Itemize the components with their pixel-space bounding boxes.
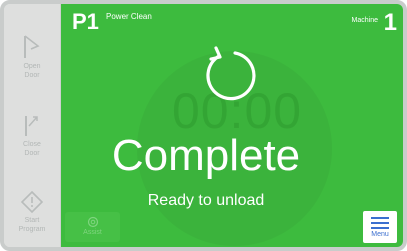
device-frame: Open Door Close Door Start Program 00:00… xyxy=(0,0,407,251)
menu-label: Menu xyxy=(371,231,389,238)
status-title: Complete xyxy=(111,131,301,180)
menu-button[interactable]: Menu xyxy=(363,211,397,243)
sidebar: Open Door Close Door Start Program xyxy=(4,4,61,247)
start-program-label-2: Program xyxy=(18,226,46,233)
open-door-icon xyxy=(24,35,40,58)
machine-label: Machine xyxy=(351,17,378,24)
start-program-icon xyxy=(20,190,44,214)
hamburger-icon xyxy=(371,217,389,229)
close-door-icon xyxy=(25,116,38,136)
assist-icon xyxy=(87,216,98,228)
open-door-label-2: Door xyxy=(24,72,40,79)
status-screen: 00:00 P1 Power Clean Machine 1 Complete … xyxy=(61,4,403,247)
program-name: Power Clean xyxy=(106,12,152,21)
close-door-button[interactable]: Close Door xyxy=(7,104,57,174)
assist-label: Assist xyxy=(83,229,102,236)
cycle-complete-icon xyxy=(206,46,256,101)
machine-number: 1 xyxy=(383,9,397,36)
close-door-label-2: Door xyxy=(24,150,40,157)
start-program-label-1: Start xyxy=(24,217,40,224)
assist-button[interactable]: Assist xyxy=(65,212,120,242)
start-program-button[interactable]: Start Program xyxy=(7,182,57,247)
open-door-button[interactable]: Open Door xyxy=(7,26,57,96)
status-subtitle: Ready to unload xyxy=(147,192,265,209)
close-door-label-1: Close xyxy=(23,141,41,148)
program-code: P1 xyxy=(72,9,99,34)
open-door-label-1: Open xyxy=(23,63,41,70)
